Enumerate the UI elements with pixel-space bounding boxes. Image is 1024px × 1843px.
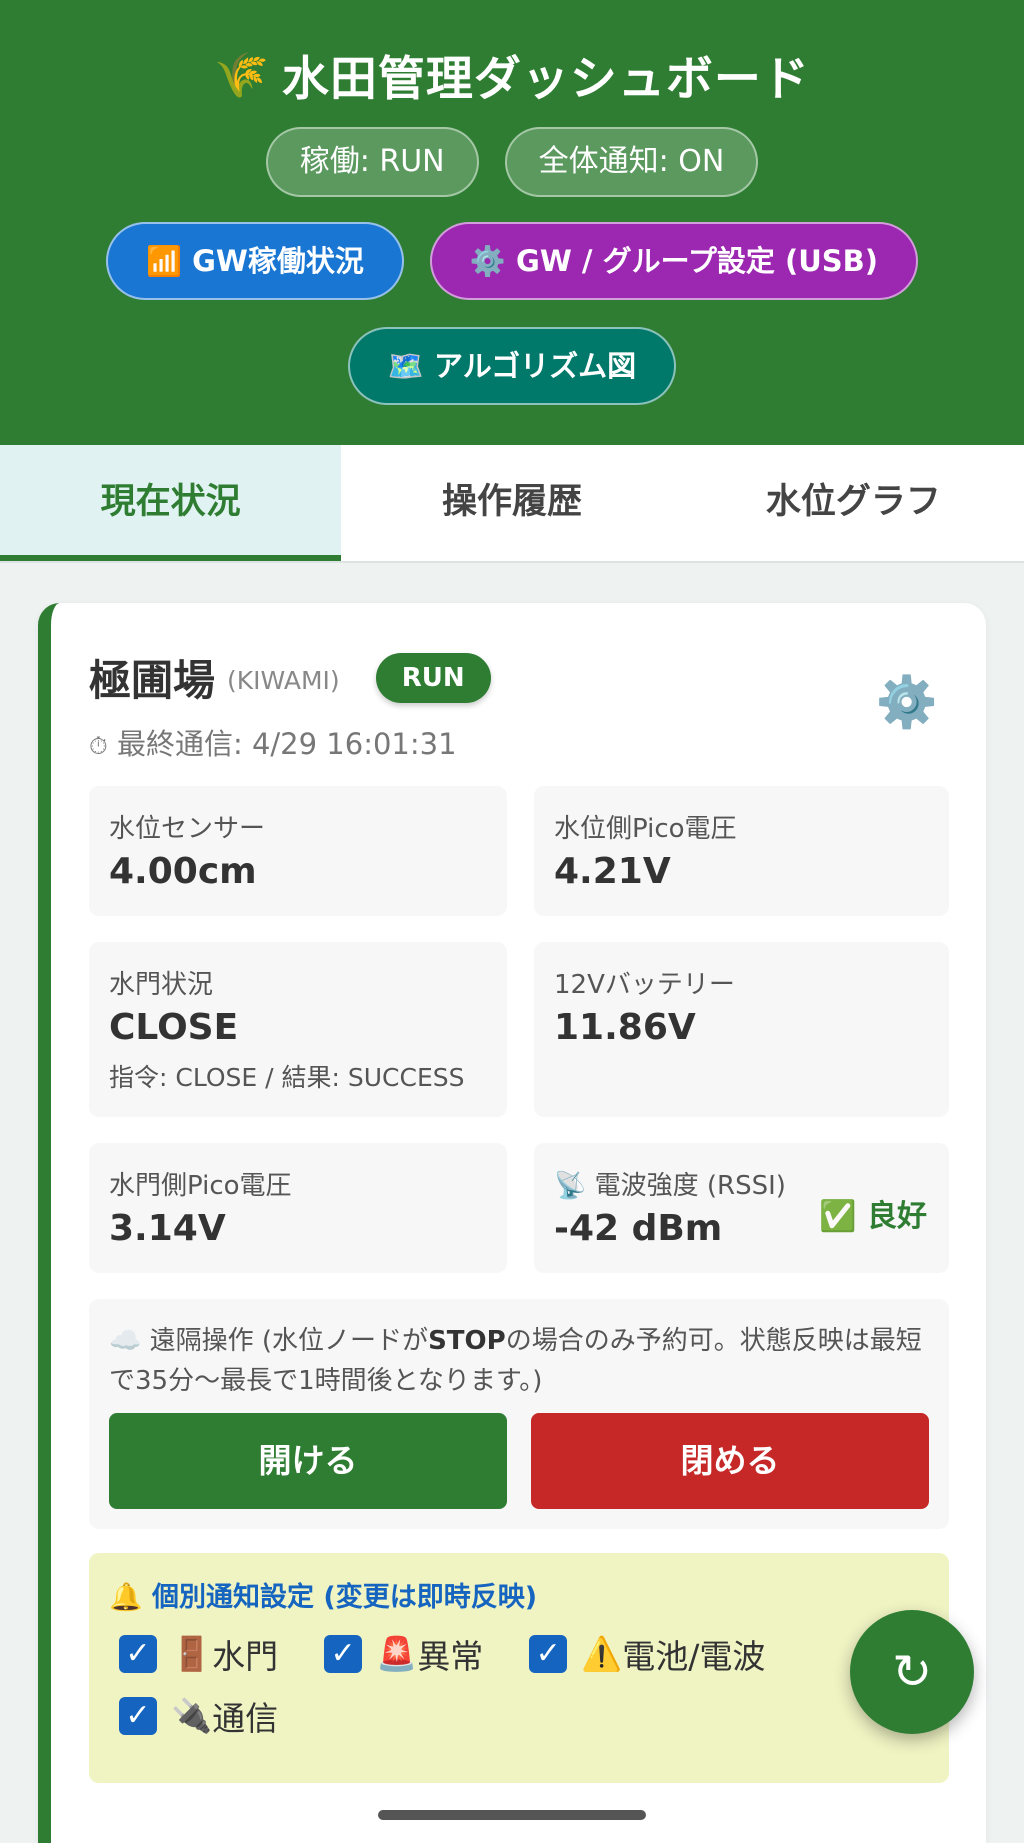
tab-water-level-graph[interactable]: 水位グラフ [683,445,1024,561]
notification-checkbox-row: ✓ 🚪 水門 ✓ 🚨 異常 ✓ ⚠️ 電池/電波 ✓ 🔌 通信 [109,1630,929,1740]
signal-icon: 📶 [146,244,183,278]
nav-button-row: 📶 GW稼働状況 ⚙️ GW / グループ設定 (USB) [0,222,1024,300]
rssi-tile: 📡 電波強度 (RSSI) -42 dBm ✅ 良好 [534,1143,949,1273]
global-notify-pill[interactable]: 全体通知: ON [504,127,759,197]
nav-button-row-2: 🗺️ アルゴリズム図 [0,327,1024,405]
gate-pico-value: 3.14V [109,1208,226,1249]
plug-icon: 🔌 [171,1696,213,1735]
gate-pico-label: 水門側Pico電圧 [109,1171,292,1201]
last-communication: ⏱ 最終通信: 4/29 16:01:31 [89,721,457,763]
cloud-icon: ☁️ [109,1326,142,1356]
field-settings-gear-icon[interactable]: ⚙️ [876,673,938,732]
water-sensor-label: 水位センサー [109,814,266,844]
warning-icon: ⚠️ [581,1634,623,1673]
home-indicator[interactable] [378,1810,646,1820]
remote-text-stop: STOP [428,1326,506,1356]
water-pico-label: 水位側Pico電圧 [554,814,737,844]
check-mark-icon: ✅ [819,1199,857,1234]
notify-comm-item[interactable]: ✓ 🔌 通信 [109,1692,278,1740]
rssi-quality-label: 良好 [867,1199,927,1234]
door-icon: 🚪 [171,1634,213,1673]
card-header: 極圃場 (KIWAMI) RUN [89,647,491,708]
status-pill-row: 稼働: RUN 全体通知: ON [0,127,1024,197]
gw-settings-label: GW / グループ設定 (USB) [516,244,878,278]
app-title-row: 🌾 水田管理ダッシュボード [0,40,1024,109]
gw-status-label: GW稼働状況 [192,244,364,278]
notification-settings-title: 🔔 個別通知設定 (変更は即時反映) [109,1575,929,1614]
status-badge: RUN [375,652,491,703]
remote-text-prefix: 遠隔操作 (水位ノードが [149,1326,429,1356]
notification-title-text: 個別通知設定 (変更は即時反映) [152,1582,538,1613]
battery-value: 11.86V [554,1007,696,1048]
open-gate-button[interactable]: 開ける [109,1413,507,1509]
notify-battery-label: 電池/電波 [622,1637,766,1676]
notify-error-label: 異常 [417,1637,484,1676]
refresh-button[interactable]: ↻ [850,1610,974,1734]
notify-gate-checkbox[interactable]: ✓ [119,1635,157,1673]
bell-icon: 🔔 [109,1582,143,1613]
last-comm-value: 4/29 16:01:31 [251,727,457,761]
remote-operation-panel: ☁️ 遠隔操作 (水位ノードがSTOPの場合のみ予約可。状態反映は最短で35分〜… [89,1299,949,1529]
battery-label: 12Vバッテリー [554,970,735,1000]
remote-operation-text: ☁️ 遠隔操作 (水位ノードがSTOPの場合のみ予約可。状態反映は最短で35分〜… [109,1321,929,1401]
notify-comm-label: 通信 [212,1699,279,1738]
notify-gate-item[interactable]: ✓ 🚪 水門 [109,1630,278,1678]
last-comm-label: 最終通信: [116,727,243,761]
field-code: (KIWAMI) [227,666,340,695]
rssi-label: 電波強度 (RSSI) [594,1171,786,1201]
run-status-pill[interactable]: 稼働: RUN [265,127,479,197]
notify-error-item[interactable]: ✓ 🚨 異常 [314,1630,483,1678]
gate-status-value: CLOSE [109,1007,239,1048]
siren-icon: 🚨 [376,1634,418,1673]
gear-icon: ⚙️ [469,244,507,278]
battery-tile: 12Vバッテリー 11.86V [534,942,949,1117]
tab-current-status[interactable]: 現在状況 [0,445,342,561]
algorithm-button[interactable]: 🗺️ アルゴリズム図 [347,327,677,405]
notify-battery-checkbox[interactable]: ✓ [529,1635,568,1673]
gw-status-button[interactable]: 📶 GW稼働状況 [106,222,404,300]
gw-settings-button[interactable]: ⚙️ GW / グループ設定 (USB) [429,222,918,300]
water-sensor-tile: 水位センサー 4.00cm [89,786,507,916]
gate-pico-voltage-tile: 水門側Pico電圧 3.14V [89,1143,507,1273]
gate-status-detail: 指令: CLOSE / 結果: SUCCESS [109,1063,465,1092]
water-pico-value: 4.21V [554,851,671,892]
gate-status-label: 水門状況 [109,970,214,1000]
refresh-icon: ↻ [891,1644,933,1700]
water-pico-voltage-tile: 水位側Pico電圧 4.21V [534,786,949,916]
map-icon: 🗺️ [387,349,424,383]
water-sensor-value: 4.00cm [109,851,257,892]
app-title: 水田管理ダッシュボード [281,52,810,107]
notify-error-checkbox[interactable]: ✓ [324,1635,363,1673]
notification-settings-panel: 🔔 個別通知設定 (変更は即時反映) ✓ 🚪 水門 ✓ 🚨 異常 ✓ ⚠️ 電池… [89,1553,949,1783]
notify-battery-item[interactable]: ✓ ⚠️ 電池/電波 [519,1630,765,1678]
app-header: 🌾 水田管理ダッシュボード 稼働: RUN 全体通知: ON 📶 GW稼働状況 … [0,0,1024,445]
timer-icon: ⏱ [89,732,108,760]
rice-icon: 🌾 [214,49,270,101]
notify-gate-label: 水門 [212,1637,279,1676]
algorithm-label: アルゴリズム図 [433,349,637,383]
field-card: 極圃場 (KIWAMI) RUN ⚙️ ⏱ 最終通信: 4/29 16:01:3… [38,603,986,1843]
tab-bar: 現在状況 操作履歴 水位グラフ [0,445,1024,563]
tab-operation-history[interactable]: 操作履歴 [341,445,682,561]
satellite-icon: 📡 [554,1171,587,1201]
field-name: 極圃場 [89,656,216,705]
notify-comm-checkbox[interactable]: ✓ [119,1697,157,1735]
rssi-quality: ✅ 良好 [819,1191,927,1235]
close-gate-button[interactable]: 閉める [531,1413,929,1509]
gate-status-tile: 水門状況 CLOSE 指令: CLOSE / 結果: SUCCESS [89,942,507,1117]
